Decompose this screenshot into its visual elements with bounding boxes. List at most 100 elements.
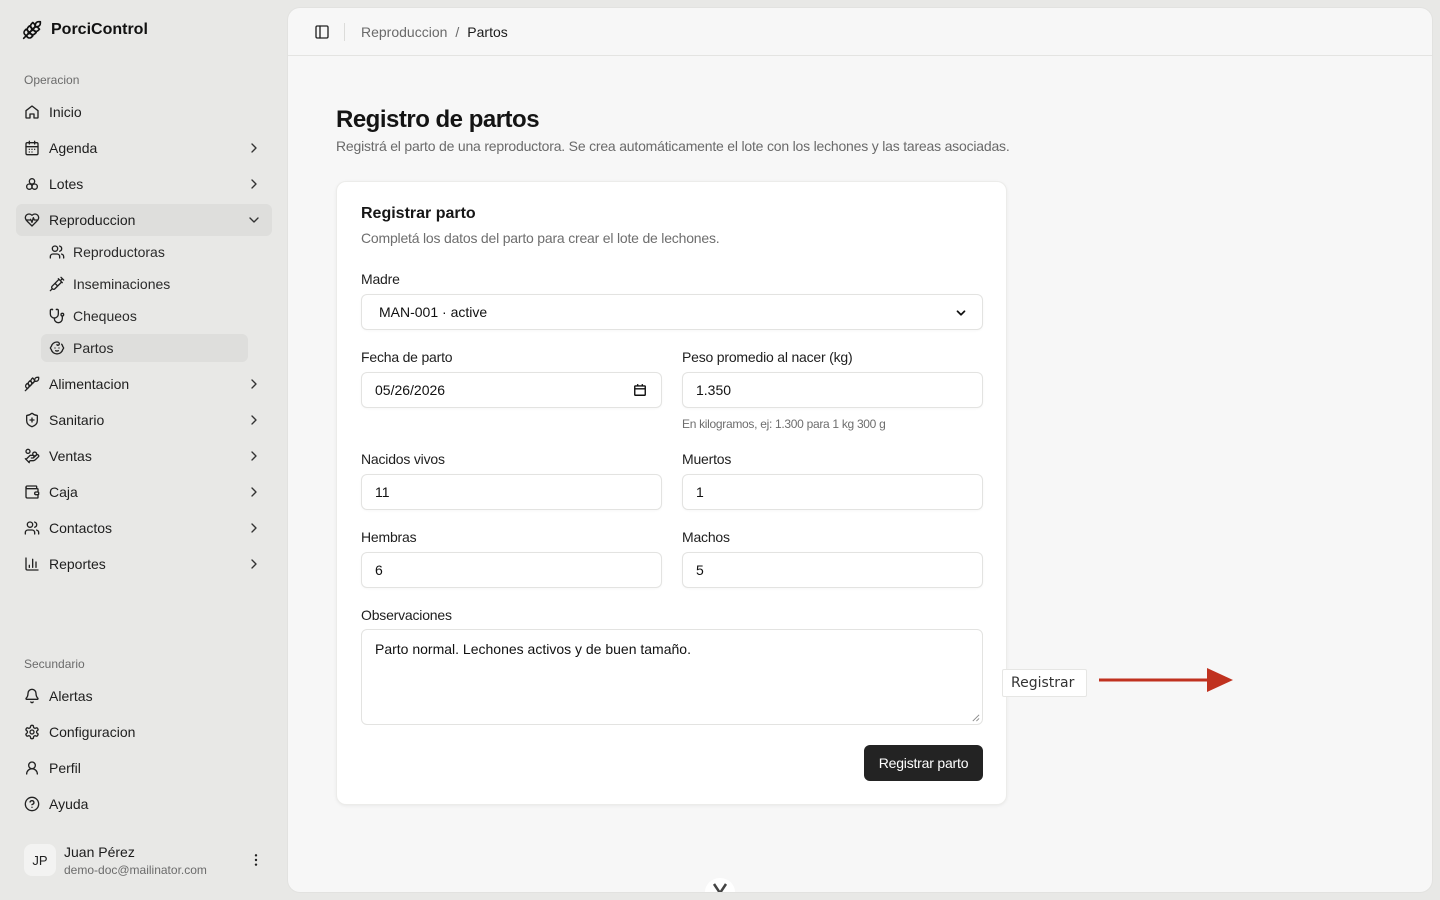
hembras-input[interactable]: 6 <box>361 552 662 588</box>
sidebar-subitem-chequeos[interactable]: Chequeos <box>41 302 248 330</box>
vivos-value: 11 <box>375 484 390 500</box>
fecha-label: Fecha de parto <box>361 349 453 365</box>
sidebar-subitem-reproductoras[interactable]: Reproductoras <box>41 238 248 266</box>
madre-select-value: MAN-001 · active <box>379 304 488 320</box>
page-description: Registrá el parto de una reproductora. S… <box>336 138 1010 154</box>
peso-value: 1.350 <box>696 382 732 398</box>
avatar: JP <box>24 844 56 876</box>
muertos-input[interactable]: 1 <box>682 474 983 510</box>
bell-icon <box>25 688 39 704</box>
topbar: Reproduccion / Partos <box>288 8 1432 56</box>
machos-value: 5 <box>696 562 704 578</box>
user-menu[interactable]: JP Juan Pérez demo-doc@mailinator.com <box>16 836 272 884</box>
muertos-value: 1 <box>696 484 704 500</box>
sidebar-item-label: Sanitario <box>49 412 105 428</box>
breadcrumb-parent[interactable]: Reproduccion <box>361 24 447 40</box>
machos-label: Machos <box>682 529 730 545</box>
breadcrumb: Reproduccion / Partos <box>361 24 508 40</box>
hand-coins-icon <box>24 448 40 464</box>
chevron-right-icon <box>251 143 257 153</box>
sidebar-item-reproduccion[interactable]: Reproduccion <box>16 204 272 236</box>
sidebar-item-inicio[interactable]: Inicio <box>16 96 272 128</box>
users-icon <box>49 245 65 259</box>
sidebar-item-label: Lotes <box>49 176 84 192</box>
sidebar-item-label: Ventas <box>49 448 92 464</box>
chevron-right-icon <box>251 487 257 497</box>
boxes-icon <box>26 178 38 190</box>
help-circle-icon <box>24 796 40 812</box>
heart-pulse-icon <box>24 213 40 227</box>
chevron-right-icon <box>251 379 257 389</box>
calendar-icon[interactable] <box>633 383 647 397</box>
sidebar-item-reportes[interactable]: Reportes <box>16 548 272 580</box>
sidebar-toggle-icon[interactable] <box>314 24 330 40</box>
section-label-operacion: Operacion <box>24 73 80 87</box>
sidebar-item-caja[interactable]: Caja <box>16 476 272 508</box>
main-panel: Reproduccion / Partos Registro de partos… <box>288 8 1432 892</box>
sidebar-item-sanitario[interactable]: Sanitario <box>16 404 272 436</box>
sidebar-item-agenda[interactable]: Agenda <box>16 132 272 164</box>
chevron-down-icon <box>249 217 259 223</box>
shield-icon <box>26 412 38 428</box>
sidebar-item-label: Alimentacion <box>49 376 130 392</box>
user-name: Juan Pérez <box>64 843 135 860</box>
page-title: Registro de partos <box>336 106 540 133</box>
sidebar-item-label: Agenda <box>49 140 98 156</box>
sidebar-subitem-label: Inseminaciones <box>73 276 171 292</box>
vivos-input[interactable]: 11 <box>361 474 662 510</box>
sidebar-subitem-inseminaciones[interactable]: Inseminaciones <box>41 270 248 298</box>
chevron-right-icon <box>251 523 257 533</box>
chevron-right-icon <box>251 179 257 189</box>
sidebar-item-label: Reproduccion <box>49 212 136 228</box>
syringe-icon <box>49 276 65 292</box>
chevron-right-icon <box>251 559 257 569</box>
form-card: Registrar parto Completá los datos del p… <box>336 181 1007 805</box>
home-icon <box>25 105 39 119</box>
topbar-divider <box>344 23 345 41</box>
sidebar-item-ventas[interactable]: Ventas <box>16 440 272 472</box>
chevron-right-icon <box>251 415 257 425</box>
sidebar: PorciControl Operacion Inicio Agenda Lot… <box>0 0 288 900</box>
madre-select[interactable]: MAN-001 · active <box>361 294 983 330</box>
hembras-label: Hembras <box>361 529 417 545</box>
sidebar-item-contactos[interactable]: Contactos <box>16 512 272 544</box>
sidebar-subitem-partos[interactable]: Partos <box>41 334 248 362</box>
baby-icon <box>49 341 65 355</box>
fecha-value: 05/26/2026 <box>375 382 446 398</box>
peso-label: Peso promedio al nacer (kg) <box>682 349 853 365</box>
vivos-label: Nacidos vivos <box>361 451 445 467</box>
fecha-date-input[interactable]: 05/26/2026 <box>361 372 662 408</box>
wheat-logo-icon <box>22 20 42 40</box>
brand[interactable]: PorciControl <box>22 20 148 40</box>
sidebar-item-lotes[interactable]: Lotes <box>16 168 272 200</box>
observaciones-value: Parto normal. Lechones activos y de buen… <box>375 641 691 657</box>
sidebar-item-label: Inicio <box>49 104 82 120</box>
machos-input[interactable]: 5 <box>682 552 983 588</box>
madre-label: Madre <box>361 271 400 287</box>
wallet-icon <box>25 485 40 499</box>
sidebar-item-alimentacion[interactable]: Alimentacion <box>16 368 272 400</box>
muertos-label: Muertos <box>682 451 732 467</box>
sidebar-subitem-label: Chequeos <box>73 308 137 324</box>
stethoscope-icon <box>49 308 65 324</box>
bar-chart-icon <box>25 557 39 571</box>
registrar-parto-button[interactable]: Registrar parto <box>864 745 983 781</box>
more-vertical-icon[interactable] <box>248 852 264 868</box>
sidebar-item-configuracion[interactable]: Configuracion <box>16 716 272 748</box>
card-description: Completá los datos del parto para crear … <box>361 230 720 246</box>
sidebar-item-label: Perfil <box>49 760 81 776</box>
card-title: Registrar parto <box>361 205 476 222</box>
user-icon <box>26 761 38 775</box>
sidebar-item-alertas[interactable]: Alertas <box>16 680 272 712</box>
sidebar-item-ayuda[interactable]: Ayuda <box>16 788 272 820</box>
sidebar-item-label: Ayuda <box>49 796 89 812</box>
resize-handle-icon[interactable] <box>971 713 980 722</box>
breadcrumb-separator: / <box>455 24 460 40</box>
peso-input[interactable]: 1.350 <box>682 372 983 408</box>
hembras-value: 6 <box>375 562 383 578</box>
sidebar-subitem-label: Reproductoras <box>73 244 165 260</box>
observaciones-textarea[interactable]: Parto normal. Lechones activos y de buen… <box>361 629 983 725</box>
scroll-down-indicator-icon[interactable] <box>704 876 736 892</box>
breadcrumb-current: Partos <box>467 24 508 40</box>
sidebar-item-perfil[interactable]: Perfil <box>16 752 272 784</box>
